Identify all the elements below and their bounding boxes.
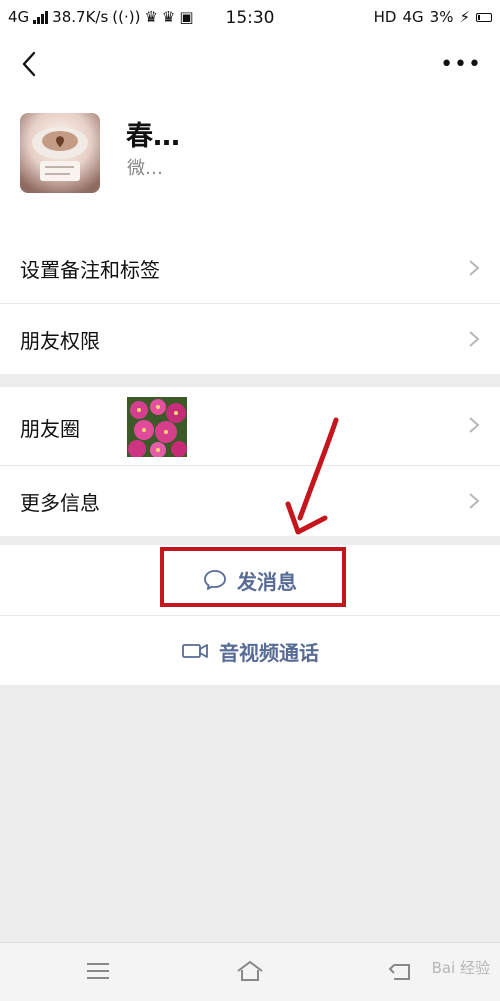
highlight-box <box>160 547 346 607</box>
more-options-button[interactable]: ••• <box>440 52 482 77</box>
annotation-arrow <box>285 417 339 535</box>
system-navigation-bar: Bai 经验 <box>0 942 500 1001</box>
friend-permissions-row[interactable]: 朋友权限 <box>0 304 500 374</box>
status-bar: 4G 38.7K/s ((·)) ♛ ♛ ▣ 15:30 HD 4G 3% ⚡ <box>0 0 500 36</box>
video-camera-icon <box>182 644 208 658</box>
set-remark-tags-row[interactable]: 设置备注和标签 <box>0 233 500 304</box>
chevron-right-icon <box>469 493 480 509</box>
battery-label: 3% <box>429 8 454 26</box>
friend-permissions-label: 朋友权限 <box>20 329 100 353</box>
avatar[interactable] <box>20 113 100 193</box>
set-remark-tags-label: 设置备注和标签 <box>20 258 160 282</box>
watermark: Bai 经验 <box>431 959 490 977</box>
wechat-id: 微… <box>127 158 163 179</box>
moments-section: 朋友圈 更多信息 <box>0 387 500 536</box>
profile-settings-section: 设置备注和标签 朋友权限 <box>0 233 500 374</box>
hd-label: HD <box>373 8 397 26</box>
profile-name: 春… <box>126 121 180 152</box>
moments-thumbnail[interactable] <box>127 397 187 457</box>
network-right-label: 4G <box>402 8 424 26</box>
back-navigation-icon[interactable] <box>385 955 417 987</box>
menu-icon[interactable] <box>82 955 114 987</box>
moments-row[interactable]: 朋友圈 <box>0 387 500 466</box>
more-info-label: 更多信息 <box>20 491 100 515</box>
chevron-right-icon <box>469 260 480 276</box>
back-icon[interactable] <box>16 50 44 78</box>
chevron-right-icon <box>469 331 480 347</box>
charging-icon: ⚡ <box>459 8 470 26</box>
status-right: HD 4G 3% ⚡ <box>374 8 492 26</box>
video-call-label: 音视频通话 <box>219 640 319 665</box>
moments-label: 朋友圈 <box>20 417 80 441</box>
battery-icon <box>476 12 492 22</box>
more-info-row[interactable]: 更多信息 <box>0 466 500 536</box>
video-call-button[interactable]: 音视频通话 <box>0 616 500 686</box>
chevron-right-icon <box>469 417 480 433</box>
home-icon[interactable] <box>234 955 266 987</box>
profile-header: ••• 春… 微… <box>0 36 500 233</box>
